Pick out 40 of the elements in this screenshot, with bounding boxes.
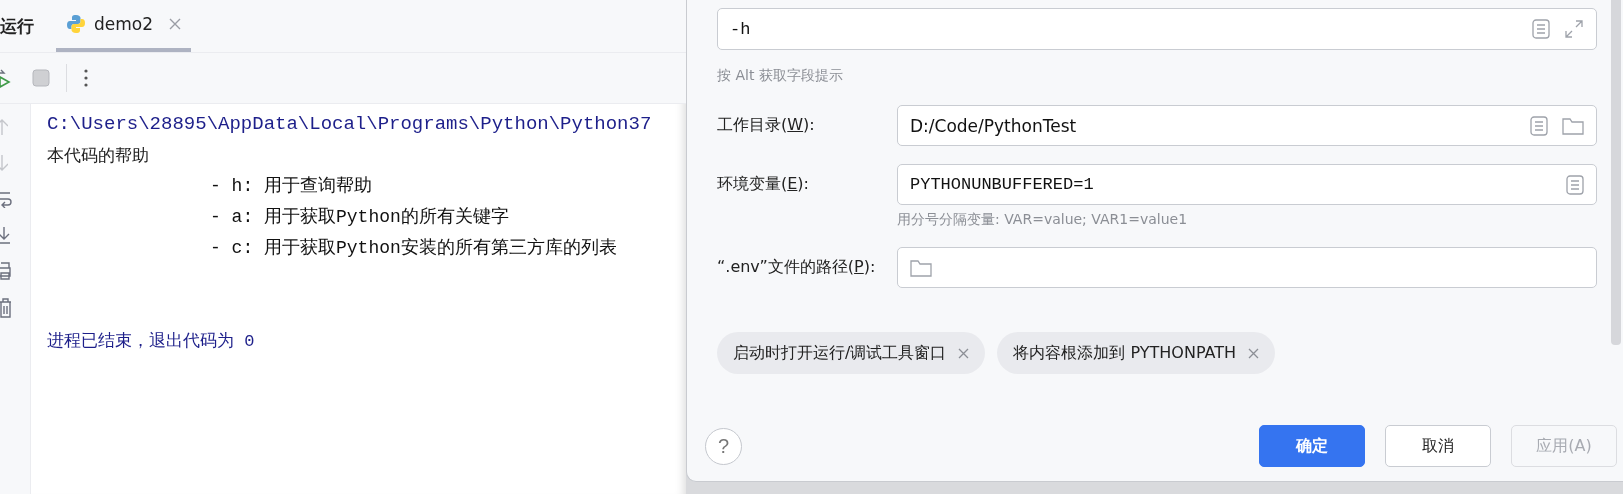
download-icon[interactable] xyxy=(0,226,12,244)
dialog-button[interactable]: 取消 xyxy=(1385,425,1491,467)
path-field[interactable]: D:/Code/PythonTest xyxy=(897,105,1597,146)
command-line: C:\Users\28895\AppData\Local\Programs\Python\Python37 xyxy=(47,112,652,137)
console-output: - h: 用于查询帮助 xyxy=(209,175,373,198)
field-label: 环境变量(E): xyxy=(717,174,810,195)
more-icon[interactable] xyxy=(83,68,89,88)
environment-field[interactable]: PYTHONUNBUFFERED=1 xyxy=(897,164,1597,205)
path-field[interactable] xyxy=(897,247,1597,288)
folder-icon[interactable] xyxy=(910,258,932,277)
ok-button[interactable]: 确定 xyxy=(1259,425,1365,467)
stop-icon[interactable] xyxy=(32,69,50,87)
python-icon xyxy=(66,14,86,34)
panel-title: 运行 xyxy=(0,14,34,38)
field-hint: 按 Alt 获取字段提示 xyxy=(717,67,844,85)
close-icon[interactable] xyxy=(1248,347,1260,359)
scrollbar-thumb[interactable] xyxy=(1611,0,1621,345)
field-label: 工作目录(W): xyxy=(717,115,816,136)
parameters-field[interactable]: -h xyxy=(717,8,1597,50)
arrow-up-icon[interactable] xyxy=(0,118,8,136)
close-icon[interactable] xyxy=(958,347,970,359)
list-icon[interactable] xyxy=(1530,115,1548,136)
list-icon[interactable] xyxy=(1566,174,1584,195)
console-output: - a: 用于获取Python的所有关键字 xyxy=(209,206,510,229)
folder-icon[interactable] xyxy=(1562,116,1584,135)
exit-message: 进程已结束，退出代码为 0 xyxy=(47,331,256,353)
option-chip[interactable]: 将内容根添加到 PYTHONPATH xyxy=(997,332,1276,374)
field-label: “.env”文件的路径(P): xyxy=(717,257,877,278)
wrap-icon[interactable] xyxy=(0,190,12,208)
print-icon[interactable] xyxy=(0,262,12,280)
option-chip[interactable]: 启动时打开运行/调试工具窗口 xyxy=(717,332,986,374)
arrow-down-icon[interactable] xyxy=(0,154,8,172)
help-button[interactable]: ? xyxy=(705,427,742,465)
list-icon[interactable] xyxy=(1532,19,1550,39)
field-hint: 用分号分隔变量: VAR=value; VAR1=value1 xyxy=(897,211,1189,229)
expand-icon[interactable] xyxy=(1564,19,1584,39)
close-icon[interactable] xyxy=(169,18,182,30)
trash-icon[interactable] xyxy=(0,298,12,318)
console-output: - c: 用于获取Python安装的所有第三方库的列表 xyxy=(209,237,618,260)
console-output: 本代码的帮助 xyxy=(47,144,150,167)
